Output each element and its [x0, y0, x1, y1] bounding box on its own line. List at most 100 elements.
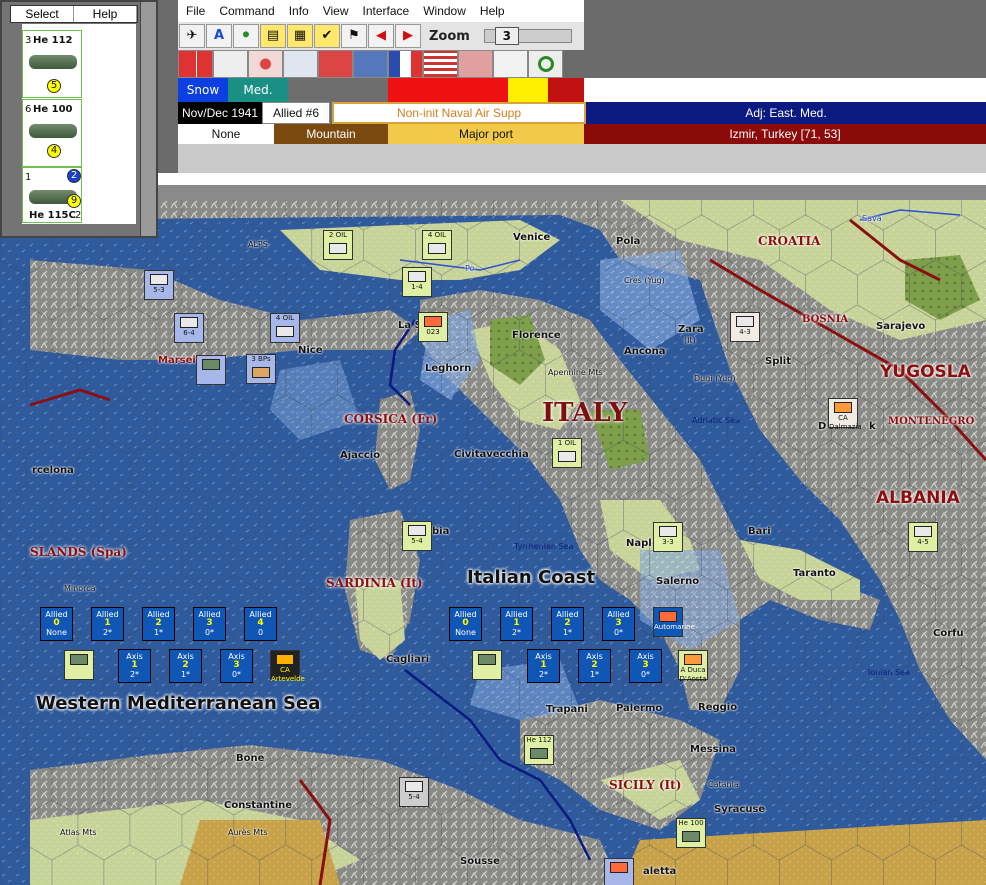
- naval-box-num: 3: [615, 618, 622, 628]
- unit-counter[interactable]: 4-5: [908, 522, 938, 552]
- settings-gear-icon[interactable]: [528, 50, 563, 78]
- game-map[interactable]: ALPS CROATIA BOSNIA YUGOSLA MONTENEGRO A…: [0, 200, 986, 885]
- label-split: Split: [765, 356, 791, 367]
- naval-box-axis[interactable]: Axis 3 0*: [220, 649, 253, 683]
- unit-counter[interactable]: 3-3: [653, 522, 683, 552]
- label-sava: Sava: [862, 214, 882, 223]
- label-sardinia: SARDINIA (It): [326, 576, 423, 590]
- menu-bar: File Command Info View Interface Window Help: [178, 0, 584, 22]
- naval-box-num: 2: [591, 660, 598, 670]
- unit-counter[interactable]: CA Artevelde: [270, 650, 305, 683]
- zoom-thumb[interactable]: 3: [494, 27, 519, 45]
- label-italian-coast: Italian Coast: [467, 567, 596, 588]
- menu-info[interactable]: Info: [289, 4, 309, 18]
- menu-command[interactable]: Command: [219, 4, 274, 18]
- france-flag-icon[interactable]: [388, 50, 423, 78]
- menu-help[interactable]: Help: [480, 4, 505, 18]
- menu-view[interactable]: View: [323, 4, 349, 18]
- naval-box-sub: None: [46, 628, 67, 637]
- zoom-label: Zoom: [429, 28, 470, 44]
- resource-icon: [558, 451, 576, 462]
- air-unit-card[interactable]: 6 He 100 4: [22, 99, 82, 167]
- unit-counter[interactable]: 6-4: [174, 313, 204, 343]
- terrain-color-bar: Snow Med.: [178, 78, 986, 102]
- naval-box-sub: 2*: [102, 628, 113, 637]
- terrain-swatch: [508, 78, 548, 102]
- label-alps: ALPS: [248, 240, 268, 249]
- air-unit-card[interactable]: 3 He 112 5: [22, 30, 82, 98]
- naval-box-allied[interactable]: Allied 0 None: [40, 607, 73, 641]
- resource-icon: [428, 243, 446, 254]
- naval-box-allied[interactable]: Allied 0 None: [449, 607, 482, 641]
- help-menu[interactable]: Help: [74, 6, 137, 22]
- unit-counter[interactable]: 4-3: [730, 312, 760, 342]
- unit-counter[interactable]: A Duca D'Aosta: [678, 650, 708, 683]
- unit-counter[interactable]: [64, 650, 94, 680]
- label-minorca: Minorca: [64, 584, 96, 593]
- label-corsica: CORSICA (Fr): [344, 412, 438, 426]
- unit-counter[interactable]: 5-3: [144, 270, 174, 300]
- finland-flag-icon[interactable]: [283, 50, 318, 78]
- unit-counter[interactable]: CA Dalmazia: [828, 398, 862, 431]
- unit-counter[interactable]: 5-4: [402, 521, 432, 551]
- naval-box-axis[interactable]: Axis 3 0*: [629, 649, 662, 683]
- naval-box-allied[interactable]: Allied 3 0*: [602, 607, 635, 641]
- unit-counter[interactable]: 4 OIL: [270, 313, 300, 343]
- text-label-icon[interactable]: A: [206, 24, 232, 48]
- location-cell: Izmir, Turkey [71, 53]: [584, 124, 986, 144]
- unit-counter[interactable]: 4 OIL: [422, 230, 452, 260]
- unit-counter[interactable]: 023: [418, 312, 448, 342]
- unit-counter[interactable]: 5-4: [399, 777, 429, 807]
- unit-counter[interactable]: 2 OIL: [323, 230, 353, 260]
- unit-counter[interactable]: He 112: [524, 735, 554, 765]
- menu-window[interactable]: Window: [423, 4, 466, 18]
- select-menu[interactable]: Select: [11, 6, 74, 22]
- neutral-flag-icon[interactable]: [493, 50, 528, 78]
- naval-box-allied[interactable]: Allied 1 2*: [91, 607, 124, 641]
- unit-counter[interactable]: [604, 858, 634, 885]
- naval-box-axis[interactable]: Axis 2 1*: [578, 649, 611, 683]
- scroll-track[interactable]: [140, 2, 156, 236]
- label-italy: ITALY: [542, 398, 628, 428]
- air-unit-card[interactable]: 1 2 9 He 115C 2: [22, 167, 82, 223]
- hex-info-icon[interactable]: ▦: [287, 24, 313, 48]
- naval-box-allied[interactable]: Allied 2 1*: [142, 607, 175, 641]
- china-flag-icon[interactable]: [318, 50, 353, 78]
- unit-counter[interactable]: [472, 650, 502, 680]
- infantry-icon: [180, 317, 198, 328]
- unit-counter[interactable]: 1-4: [402, 267, 432, 297]
- naval-box-allied[interactable]: Allied 1 2*: [500, 607, 533, 641]
- naval-box-allied[interactable]: Allied 2 1*: [551, 607, 584, 641]
- ussr-flag-icon[interactable]: [458, 50, 493, 78]
- naval-box-axis[interactable]: Axis 2 1*: [169, 649, 202, 683]
- menu-interface[interactable]: Interface: [363, 4, 410, 18]
- italy-flag-icon[interactable]: [213, 50, 248, 78]
- japan-flag-icon[interactable]: [248, 50, 283, 78]
- map-icon[interactable]: ▤: [260, 24, 286, 48]
- unit-counter[interactable]: 1 OIL: [552, 438, 582, 468]
- unit-counter[interactable]: He 100: [676, 818, 706, 848]
- zoom-slider[interactable]: 3: [483, 27, 572, 45]
- naval-box-allied[interactable]: Allied 3 0*: [193, 607, 226, 641]
- unit-counter[interactable]: 3 BPs: [246, 354, 276, 384]
- unit-value-badge: 5: [47, 79, 61, 93]
- unit-name: He 100: [33, 104, 73, 115]
- back-arrow-icon[interactable]: ◀: [368, 24, 394, 48]
- unit-counter[interactable]: Automarine: [653, 607, 695, 637]
- label-apennine: Apennine Mts: [548, 368, 603, 377]
- unit-name: He 115C: [29, 210, 76, 221]
- unit-counter[interactable]: [196, 355, 226, 385]
- forward-arrow-icon[interactable]: ▶: [395, 24, 421, 48]
- naval-box-allied[interactable]: Allied 4 0: [244, 607, 277, 641]
- menu-file[interactable]: File: [186, 4, 205, 18]
- britain-flag-icon[interactable]: [353, 50, 388, 78]
- supply-icon[interactable]: ⚫: [233, 24, 259, 48]
- move-unit-icon[interactable]: ✈: [179, 24, 205, 48]
- germany-flag-icon[interactable]: [178, 50, 213, 78]
- flag-icon[interactable]: ⚑: [341, 24, 367, 48]
- naval-box-num: 0: [462, 618, 469, 628]
- highlight-icon[interactable]: ✔: [314, 24, 340, 48]
- naval-box-axis[interactable]: Axis 1 2*: [118, 649, 151, 683]
- usa-flag-icon[interactable]: [423, 50, 458, 78]
- naval-box-axis[interactable]: Axis 1 2*: [527, 649, 560, 683]
